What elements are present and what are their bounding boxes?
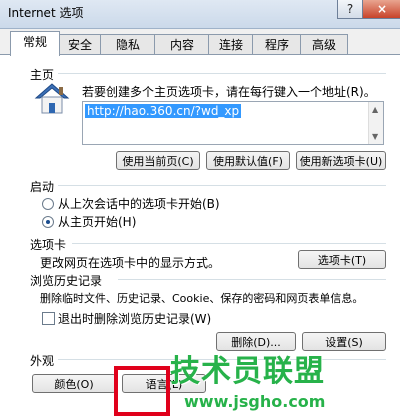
tabs-section-label: 选项卡 [30, 238, 67, 252]
tab-connections[interactable]: 连接 [208, 34, 254, 55]
homepage-url-text: http://hao.360.cn/?wd_xp [85, 104, 242, 118]
history-section-label: 浏览历史记录 [30, 274, 103, 288]
tabs-description: 更改网页在选项卡中的显示方式。 [40, 256, 221, 270]
divider [58, 73, 386, 74]
divider [58, 185, 386, 186]
use-new-tab-button[interactable]: 使用新选项卡(U) [296, 151, 386, 170]
homepage-instruction: 若要创建多个主页选项卡，请在每行键入一个地址(R)。 [82, 85, 376, 99]
home-icon [34, 82, 70, 116]
colors-button[interactable]: 颜色(O) [32, 374, 116, 393]
startup-radio-last-session[interactable] [42, 198, 54, 210]
history-description: 删除临时文件、历史记录、Cookie、保存的密码和网页表单信息。 [40, 292, 364, 305]
close-button[interactable]: × [362, 0, 400, 19]
watermark-logo-text: 技术员联盟 [170, 354, 325, 389]
tab-privacy[interactable]: 隐私 [100, 34, 156, 55]
use-default-button[interactable]: 使用默认值(F) [206, 151, 290, 170]
appearance-section-label: 外观 [30, 354, 55, 368]
delete-history-on-exit-checkbox[interactable] [42, 312, 55, 325]
window-title: Internet 选项 [8, 6, 84, 20]
help-button[interactable]: ? [337, 0, 363, 19]
tab-general[interactable]: 常规 [10, 31, 60, 56]
homepage-section-label: 主页 [30, 68, 55, 82]
divider [118, 279, 386, 280]
startup-radio-homepage[interactable] [42, 216, 54, 228]
watermark-url: www.jsgho.com [184, 392, 326, 411]
tab-security[interactable]: 安全 [58, 34, 102, 55]
tab-content[interactable]: 内容 [154, 34, 210, 55]
use-current-page-button[interactable]: 使用当前页(C) [116, 151, 200, 170]
homepage-url-textarea[interactable]: http://hao.360.cn/?wd_xp ▲ ▼ [82, 101, 384, 145]
tabs-settings-button[interactable]: 选项卡(T) [298, 250, 386, 269]
startup-section-label: 启动 [30, 180, 55, 194]
textarea-scrollbar[interactable]: ▲ ▼ [368, 102, 383, 144]
tab-advanced[interactable]: 高级 [300, 34, 348, 55]
tab-programs[interactable]: 程序 [252, 34, 302, 55]
highlight-box [114, 366, 170, 416]
startup-option-last-session-label: 从上次会话中的选项卡开始(B) [58, 197, 220, 211]
delete-history-on-exit-label: 退出时删除浏览历史记录(W) [58, 312, 212, 326]
startup-option-homepage-label: 从主页开始(H) [58, 215, 137, 229]
divider [72, 243, 386, 244]
